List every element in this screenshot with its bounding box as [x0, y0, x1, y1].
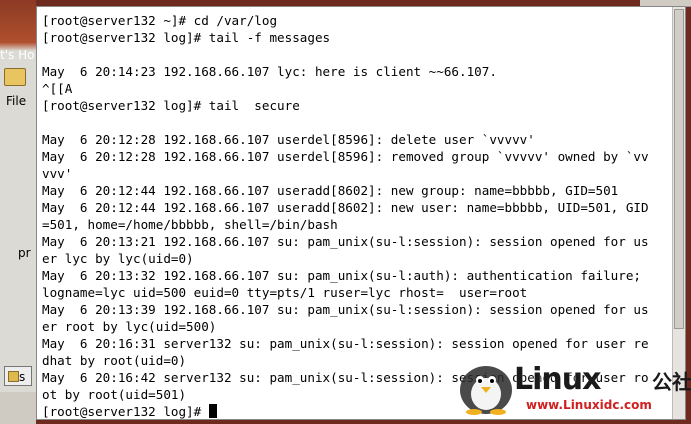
- watermark-brand-suffix: 公社: [652, 370, 691, 394]
- terminal-line: [root@server132 log]# tail secure: [42, 98, 300, 113]
- desktop-icon-label[interactable]: t's Ho: [0, 48, 36, 62]
- taskbar-item[interactable]: s: [4, 366, 32, 386]
- terminal-line: May 6 20:12:44 192.168.66.107 useradd[86…: [42, 200, 649, 215]
- scrollbar-thumb[interactable]: [674, 9, 684, 329]
- folder-icon[interactable]: [4, 68, 26, 86]
- terminal-line: May 6 20:12:28 192.168.66.107 userdel[85…: [42, 132, 535, 147]
- file-menu[interactable]: File: [6, 94, 26, 108]
- terminal-line: ^[[A: [42, 81, 73, 96]
- taskbar: [0, 392, 36, 424]
- terminal-line: =501, home=/home/bbbbb, shell=/bin/bash: [42, 217, 338, 232]
- desktop-background: [0, 0, 36, 424]
- terminal-line: er root by lyc(uid=500): [42, 319, 217, 334]
- terminal-line: May 6 20:16:31 server132 su: pam_unix(su…: [42, 336, 649, 351]
- terminal-prompt: [root@server132 log]#: [42, 404, 209, 419]
- terminal-line: [root@server132 log]# tail -f messages: [42, 30, 331, 45]
- terminal-line: [root@server132 ~]# cd /var/log: [42, 13, 278, 28]
- terminal-line: logname=lyc uid=500 euid=0 tty=pts/1 rus…: [42, 285, 528, 300]
- watermark-url: www.Linuxidc.com: [526, 398, 652, 412]
- watermark-brand: Linux: [514, 362, 601, 397]
- terminal-line: May 6 20:14:23 192.168.66.107 lyc: here …: [42, 64, 497, 79]
- terminal-line: vvv': [42, 166, 73, 181]
- background-window-text: pr: [18, 246, 31, 260]
- terminal-line: May 6 20:12:28 192.168.66.107 userdel[85…: [42, 149, 649, 164]
- terminal-line: May 6 20:13:32 192.168.66.107 su: pam_un…: [42, 268, 641, 283]
- terminal-line: er lyc by lyc(uid=0): [42, 251, 194, 266]
- terminal-line: May 6 20:12:44 192.168.66.107 useradd[86…: [42, 183, 619, 198]
- tux-logo-icon: [460, 366, 512, 415]
- terminal-line: May 6 20:13:39 192.168.66.107 su: pam_un…: [42, 302, 649, 317]
- terminal-line: May 6 20:13:21 192.168.66.107 su: pam_un…: [42, 234, 649, 249]
- watermark: Linux 公社 www.Linuxidc.com: [456, 356, 691, 420]
- text-cursor: [208, 404, 217, 418]
